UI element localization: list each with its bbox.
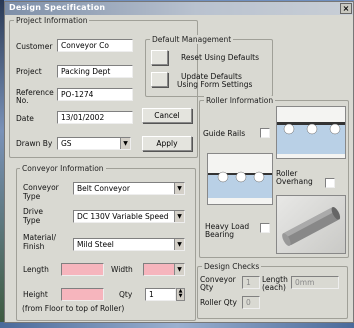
apply-button[interactable]: Apply — [142, 136, 192, 151]
material-label-line1: Material/ — [23, 233, 56, 242]
reset-defaults-label: Reset Using Defaults — [181, 53, 260, 62]
conveyor-type-label-line2: Type — [23, 192, 41, 201]
length-label: Length — [23, 265, 49, 274]
design-checks-group — [197, 266, 348, 319]
width-dropdown[interactable]: ▼ — [143, 263, 185, 276]
reset-defaults-button[interactable] — [151, 50, 168, 65]
conveyor-type-value: Belt Conveyor — [77, 184, 130, 193]
roller-qty-readout: 0 — [242, 296, 260, 309]
guide-rails-diagram — [276, 106, 346, 159]
cancel-button[interactable]: Cancel — [142, 108, 192, 123]
drive-type-label-line2: Type — [23, 216, 41, 225]
drawn-by-label: Drawn By — [16, 139, 53, 148]
chevron-down-icon[interactable]: ▼ — [120, 138, 130, 149]
date-label: Date — [16, 114, 34, 123]
length-each-label-line2: (each) — [262, 283, 286, 292]
customer-label: Customer — [16, 42, 53, 51]
update-defaults-label-line2: Using Form Settings — [177, 80, 253, 89]
qty-field[interactable]: 1 — [145, 288, 176, 301]
width-label: Width — [111, 265, 133, 274]
drive-type-label-line1: Drive — [23, 207, 43, 216]
heavy-load-checkbox[interactable] — [260, 223, 270, 233]
guide-rails-checkbox[interactable] — [260, 128, 270, 138]
title-bar: Design Specification × — [5, 2, 353, 15]
conveyor-qty-readout: 1 — [242, 276, 260, 289]
conveyor-qty-label-line2: Qty — [200, 283, 214, 292]
project-information-title: Project Information — [14, 16, 90, 25]
customer-field[interactable]: Conveyor Co — [57, 39, 133, 52]
height-label: Height — [23, 290, 48, 299]
project-label: Project — [16, 67, 42, 76]
qty-stepper[interactable]: ▲ ▼ — [176, 288, 185, 301]
reference-field[interactable]: PO-1274 — [57, 88, 133, 101]
chevron-down-icon[interactable]: ▼ — [174, 211, 184, 222]
roller-overhang-checkbox[interactable] — [325, 178, 335, 188]
design-specification-dialog: Design Specification × Project Informati… — [4, 1, 354, 323]
date-field[interactable]: 13/01/2002 — [57, 111, 133, 124]
drawn-by-dropdown[interactable]: GS ▼ — [57, 137, 131, 150]
guide-rails-label: Guide Rails — [203, 129, 246, 138]
window-title: Design Specification — [9, 3, 106, 12]
height-field[interactable] — [61, 288, 104, 301]
roller-qty-label: Roller Qty — [200, 298, 237, 307]
roller-overhang-diagram — [207, 153, 273, 205]
drive-type-dropdown[interactable]: DC 130V Variable Speed ▼ — [73, 210, 185, 223]
drawn-by-value: GS — [61, 139, 72, 148]
height-note: (from Floor to top of Roller) — [22, 304, 125, 313]
chevron-down-icon[interactable]: ▼ — [174, 239, 184, 250]
conveyor-type-label-line1: Conveyor — [23, 183, 59, 192]
roller-overhang-label-line2: Overhang — [276, 177, 313, 186]
drive-type-value: DC 130V Variable Speed — [77, 212, 169, 221]
close-icon[interactable]: × — [340, 3, 352, 14]
chevron-down-icon[interactable]: ▼ — [174, 183, 184, 194]
chevron-down-icon[interactable]: ▼ — [177, 294, 184, 299]
chevron-down-icon[interactable]: ▼ — [174, 264, 184, 275]
project-field[interactable]: Packing Dept — [57, 65, 133, 78]
qty-label: Qty — [119, 290, 133, 299]
length-each-readout: 0mm — [291, 276, 339, 289]
design-checks-title: Design Checks — [202, 262, 262, 271]
conveyor-type-dropdown[interactable]: Belt Conveyor ▼ — [73, 182, 185, 195]
roller-information-title: Roller Information — [204, 96, 276, 105]
default-management-title: Default Management — [150, 35, 234, 44]
conveyor-information-title: Conveyor Information — [20, 164, 106, 173]
material-value: Mild Steel — [77, 240, 114, 249]
heavy-load-bearing-image — [276, 195, 346, 254]
material-dropdown[interactable]: Mild Steel ▼ — [73, 238, 185, 251]
material-label-line2: Finish — [23, 242, 45, 251]
reference-label-line2: No. — [16, 96, 29, 105]
heavy-load-label-line2: Bearing — [205, 230, 235, 239]
length-field[interactable] — [61, 263, 104, 276]
update-defaults-button[interactable] — [151, 72, 168, 87]
